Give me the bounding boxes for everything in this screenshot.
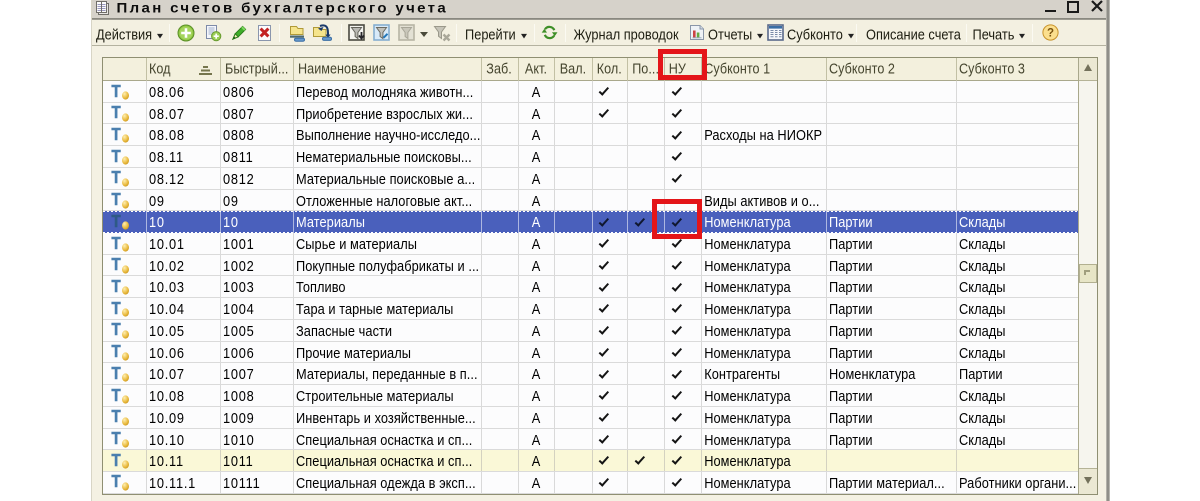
svg-text:?: ? xyxy=(1047,28,1054,40)
